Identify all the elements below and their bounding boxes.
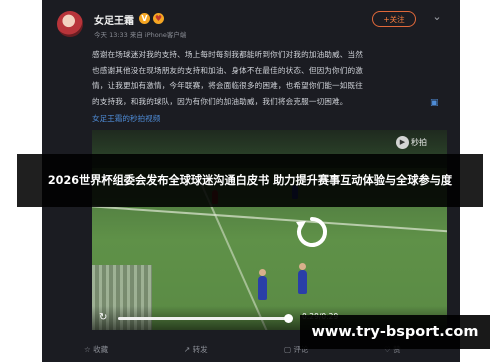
pitch-line <box>92 204 447 234</box>
progress-bar[interactable] <box>118 314 293 323</box>
avatar[interactable] <box>57 11 83 37</box>
player-figure <box>298 263 307 294</box>
post-text-line: 感谢在场球迷对我的支持、场上每时每刻我都能听到你们对我的加油助威、当然 <box>92 50 364 59</box>
replay-icon[interactable] <box>294 214 330 250</box>
username[interactable]: 女足王霜 <box>94 12 134 27</box>
player-figure <box>258 269 267 300</box>
video-link[interactable]: 女足王霜的秒拍视频 <box>92 113 160 124</box>
chevron-down-icon[interactable]: ⌄ <box>428 8 446 26</box>
post-text-line: 情，让我更加有激情，今年联赛，将会面临很多的困难，也希望你们能一如既往 <box>92 81 364 91</box>
expand-icon[interactable]: ▣ <box>430 98 439 108</box>
video-watermark: ▶ 秒拍 <box>396 136 427 149</box>
post-text-line: 也感谢其他没在现场朋友的支持和加油、身体不在最佳的状态、但因为你们的激 <box>92 65 364 75</box>
post-header: 女足王霜 V ♥ 今天 13:33 来自 iPhone客户端 +关注 ⌄ <box>42 0 460 46</box>
replay-small-icon[interactable]: ↻ <box>99 312 111 324</box>
play-logo-icon: ▶ <box>396 136 409 149</box>
follow-button[interactable]: +关注 <box>372 11 416 27</box>
progress-fill <box>118 317 288 320</box>
headline-banner: 2026世界杯组委会发布全球球迷沟通白皮书 助力提升赛事互动体验与全球参与度 <box>17 154 483 207</box>
repost-button[interactable]: ↗ 转发 <box>184 344 208 355</box>
heart-icon: ♥ <box>153 13 164 24</box>
watermark-text: 秒拍 <box>411 138 427 147</box>
site-watermark: www.try-bsport.com <box>300 315 490 349</box>
verified-icon: V <box>139 13 150 24</box>
progress-handle[interactable] <box>283 314 293 323</box>
post-meta: 今天 13:33 来自 iPhone客户端 <box>94 31 187 39</box>
post-body: 感谢在场球迷对我的支持、场上每时每刻我都能听到你们对我的加油助威、当然 也感谢其… <box>92 47 442 109</box>
favorite-button[interactable]: ☆ 收藏 <box>84 344 108 355</box>
post-text-line: 的支持我，和我的球队，因为有你们的加油助威，我们将会克服一切困难。 <box>92 96 348 106</box>
